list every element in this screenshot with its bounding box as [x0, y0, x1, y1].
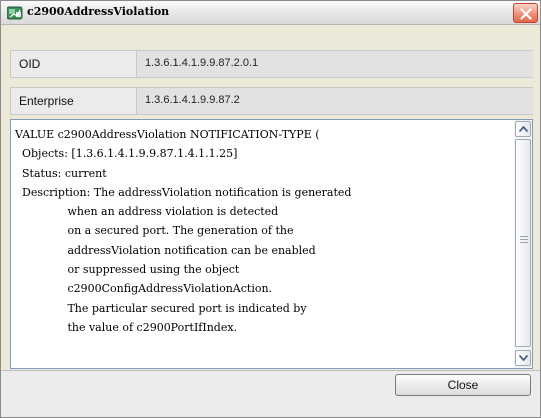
scroll-up-button[interactable] — [515, 121, 531, 137]
app-icon — [6, 6, 23, 20]
oid-field[interactable]: 1.3.6.1.4.1.9.9.87.2.0.1 — [136, 51, 533, 77]
scroll-down-button[interactable] — [515, 350, 531, 366]
scroll-up-icon — [519, 126, 528, 132]
close-window-button[interactable] — [513, 3, 538, 23]
definition-text: VALUE c2900AddressViolation NOTIFICATION… — [15, 125, 515, 337]
close-icon — [520, 8, 532, 20]
scroll-down-icon — [519, 355, 528, 361]
scroll-thumb[interactable] — [515, 139, 531, 347]
oid-label: OID — [19, 57, 41, 71]
definition-line: addressViolation notification can be ena… — [15, 243, 316, 257]
definition-text-area[interactable]: VALUE c2900AddressViolation NOTIFICATION… — [10, 119, 533, 369]
definition-line: Status: current — [15, 166, 107, 180]
scroll-grip-icon — [520, 236, 528, 244]
definition-line: The particular secured port is indicated… — [15, 301, 307, 315]
definition-line: c2900ConfigAddressViolationAction. — [15, 282, 273, 296]
dialog-window: c2900AddressViolation OID 1.3.6.1.4.1.9.… — [0, 0, 541, 418]
definition-line: the value of c2900PortIfIndex. — [15, 320, 238, 334]
enterprise-row: Enterprise 1.3.6.1.4.1.9.9.87.2 — [10, 87, 533, 115]
definition-line: or suppressed using the object — [15, 263, 240, 277]
definition-line: Description: The addressViolation notifi… — [15, 185, 352, 199]
window-title: c2900AddressViolation — [27, 5, 170, 18]
enterprise-field[interactable]: 1.3.6.1.4.1.9.9.87.2 — [136, 88, 533, 114]
title-bar[interactable]: c2900AddressViolation — [1, 1, 540, 25]
oid-row: OID 1.3.6.1.4.1.9.9.87.2.0.1 — [10, 50, 533, 78]
dialog-footer: Close — [1, 371, 540, 417]
definition-line: VALUE c2900AddressViolation NOTIFICATION… — [15, 128, 320, 141]
definition-line: Objects: [1.3.6.1.4.1.9.9.87.1.4.1.1.25] — [15, 147, 238, 161]
vertical-scrollbar[interactable] — [514, 120, 532, 368]
enterprise-label: Enterprise — [19, 94, 74, 108]
definition-line: when an address violation is detected — [15, 205, 279, 219]
close-button[interactable]: Close — [395, 374, 531, 396]
definition-line: on a secured port. The generation of the — [15, 224, 294, 238]
